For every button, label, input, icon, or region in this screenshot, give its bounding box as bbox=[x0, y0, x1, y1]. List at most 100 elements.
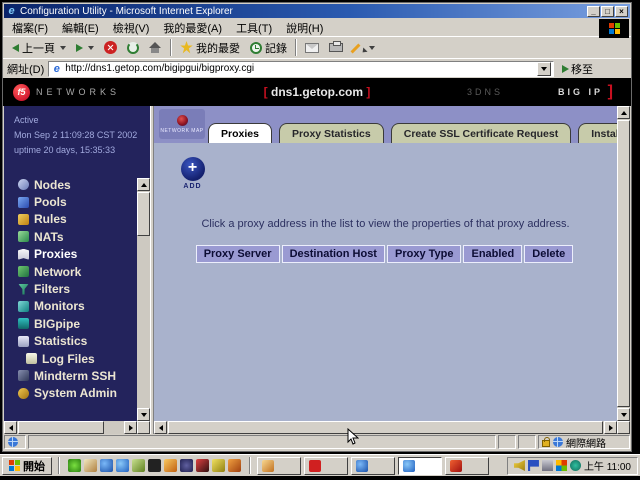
print-button[interactable] bbox=[324, 41, 348, 54]
sidebar-item-statistics[interactable]: Statistics bbox=[18, 333, 150, 350]
scroll-down-button[interactable] bbox=[137, 408, 150, 421]
forward-button[interactable] bbox=[71, 42, 99, 54]
quick-launch-icon[interactable] bbox=[148, 459, 161, 472]
edit-button[interactable] bbox=[348, 40, 380, 55]
quick-launch-icon[interactable] bbox=[116, 459, 129, 472]
menu-tools[interactable]: 工具(T) bbox=[229, 19, 279, 37]
main-horizontal-scrollbar[interactable] bbox=[154, 421, 617, 434]
edit-dropdown-icon[interactable] bbox=[369, 46, 375, 50]
sidebar-item-rules[interactable]: Rules bbox=[18, 211, 150, 228]
sidebar-item-mindterm-ssh[interactable]: Mindterm SSH bbox=[18, 367, 150, 384]
sidebar-item-nodes[interactable]: Nodes bbox=[18, 176, 150, 193]
address-dropdown-button[interactable] bbox=[537, 62, 551, 76]
mail-button[interactable] bbox=[300, 41, 324, 55]
status-pane bbox=[518, 435, 536, 449]
sidebar-item-monitors[interactable]: Monitors bbox=[18, 298, 150, 315]
quick-launch-icon[interactable] bbox=[100, 459, 113, 472]
display-icon[interactable] bbox=[542, 460, 553, 471]
task-button[interactable] bbox=[257, 457, 301, 475]
go-button[interactable]: 移至 bbox=[558, 60, 597, 78]
sidebar-item-label: BIGpipe bbox=[34, 317, 80, 331]
tab-proxy-statistics[interactable]: Proxy Statistics bbox=[279, 123, 384, 143]
quick-launch-icon[interactable] bbox=[228, 459, 241, 472]
quick-launch-icon[interactable] bbox=[84, 459, 97, 472]
quick-launch-icon[interactable] bbox=[212, 459, 225, 472]
sidebar-vertical-scrollbar[interactable] bbox=[137, 178, 150, 421]
favorites-button[interactable]: 我的最愛 bbox=[175, 38, 245, 58]
task-button[interactable] bbox=[445, 457, 489, 475]
sidebar-item-pools[interactable]: Pools bbox=[18, 193, 150, 210]
start-button[interactable]: 開始 bbox=[2, 457, 52, 475]
scrollbar-thumb[interactable] bbox=[137, 192, 150, 236]
start-flag-icon bbox=[9, 460, 20, 471]
scroll-right-button[interactable] bbox=[604, 421, 617, 434]
task-button[interactable] bbox=[351, 457, 395, 475]
sidebar-item-system-admin[interactable]: System Admin bbox=[18, 385, 150, 402]
internet-zone-icon bbox=[553, 437, 563, 447]
scrollbar-thumb[interactable] bbox=[168, 421, 603, 434]
history-button[interactable]: 記錄 bbox=[245, 38, 292, 58]
task-button[interactable] bbox=[304, 457, 348, 475]
tray-icon[interactable] bbox=[570, 460, 581, 471]
menu-file[interactable]: 檔案(F) bbox=[5, 19, 55, 37]
quick-launch-icon[interactable] bbox=[164, 459, 177, 472]
product-bigip-label: BIG IP bbox=[558, 87, 603, 97]
menu-edit[interactable]: 編輯(E) bbox=[55, 19, 106, 37]
sidebar-item-nats[interactable]: NATs bbox=[18, 228, 150, 245]
toolbar-divider bbox=[170, 39, 172, 56]
tab-create-ssl-certificate-request[interactable]: Create SSL Certificate Request bbox=[391, 123, 571, 143]
scroll-right-button[interactable] bbox=[124, 421, 137, 434]
home-button[interactable] bbox=[144, 40, 167, 55]
menu-help[interactable]: 說明(H) bbox=[279, 19, 330, 37]
scrollbar-thumb[interactable] bbox=[18, 421, 104, 434]
menu-view[interactable]: 檢視(V) bbox=[106, 19, 157, 37]
sidebar-item-bigpipe[interactable]: BIGpipe bbox=[18, 315, 150, 332]
proxies-page: + ADD Click a proxy address in the list … bbox=[154, 143, 617, 421]
task-button-active[interactable] bbox=[398, 457, 442, 475]
restore-button[interactable]: □ bbox=[601, 6, 614, 17]
tray-icon[interactable] bbox=[556, 460, 567, 471]
status-bar: 網際網路 bbox=[4, 434, 630, 450]
quick-launch-icon[interactable] bbox=[132, 459, 145, 472]
rules-icon bbox=[18, 214, 29, 225]
volume-icon[interactable] bbox=[514, 460, 525, 471]
network-map-button[interactable]: NETWORK MAP bbox=[159, 109, 205, 139]
quick-launch-icon[interactable] bbox=[196, 459, 209, 472]
menu-favorites[interactable]: 我的最愛(A) bbox=[156, 19, 229, 37]
tab-strip: Proxies Proxy Statistics Create SSL Cert… bbox=[208, 120, 617, 143]
sidebar-item-log-files[interactable]: Log Files bbox=[18, 350, 150, 367]
close-button[interactable]: × bbox=[615, 6, 628, 17]
windows-logo-icon bbox=[609, 23, 620, 34]
forward-dropdown-icon[interactable] bbox=[88, 46, 94, 50]
minimize-button[interactable]: _ bbox=[587, 6, 600, 17]
back-dropdown-icon[interactable] bbox=[60, 46, 66, 50]
sidebar-item-network[interactable]: Network bbox=[18, 263, 150, 280]
back-button[interactable]: 上一頁 bbox=[7, 38, 71, 58]
stop-button[interactable] bbox=[99, 39, 122, 56]
sidebar-item-proxies[interactable]: Proxies bbox=[18, 246, 150, 263]
ie-throbber bbox=[599, 19, 629, 38]
scroll-left-button[interactable] bbox=[154, 421, 167, 434]
quick-launch-icon[interactable] bbox=[180, 459, 193, 472]
address-input[interactable] bbox=[65, 63, 534, 74]
scroll-up-button[interactable] bbox=[617, 106, 630, 119]
sidebar: Active Mon Sep 2 11:09:28 CST 2002 uptim… bbox=[4, 106, 150, 434]
column-header-proxy-type: Proxy Type bbox=[387, 245, 462, 263]
sidebar-item-label: Statistics bbox=[34, 334, 87, 348]
nodes-icon bbox=[18, 179, 29, 190]
scroll-up-button[interactable] bbox=[137, 178, 150, 191]
tab-install-ssl-certificate[interactable]: Install SSL Certif bbox=[578, 123, 617, 143]
address-label: 網址(D) bbox=[7, 61, 44, 77]
add-button[interactable]: + bbox=[181, 157, 205, 181]
scroll-down-button[interactable] bbox=[617, 408, 630, 421]
tray-icon[interactable] bbox=[528, 460, 539, 471]
tab-proxies[interactable]: Proxies bbox=[208, 123, 272, 143]
refresh-button[interactable] bbox=[122, 40, 144, 56]
sidebar-item-filters[interactable]: Filters bbox=[18, 280, 150, 297]
sidebar-horizontal-scrollbar[interactable] bbox=[4, 421, 137, 434]
main-vertical-scrollbar[interactable] bbox=[617, 106, 630, 421]
bigip-bracket: ] bbox=[608, 83, 613, 101]
scroll-left-button[interactable] bbox=[4, 421, 17, 434]
scrollbar-thumb[interactable] bbox=[617, 120, 630, 407]
quick-launch-icon[interactable] bbox=[68, 459, 81, 472]
